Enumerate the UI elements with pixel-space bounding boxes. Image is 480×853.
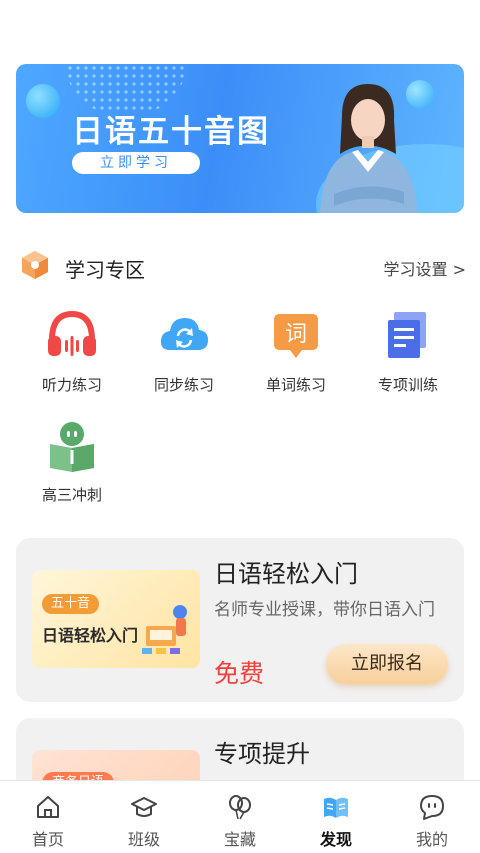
- banner-start-button[interactable]: 立即学习: [72, 152, 200, 174]
- nav-label: 班级: [127, 830, 160, 849]
- study-zone-header: 学习专区 学习设置 >: [18, 248, 466, 284]
- book-icon: [50, 422, 94, 472]
- course-card[interactable]: 五十音 日语轻松入门 日语轻松入门 名师专业授课，带你日语入门 免费 立即报名: [16, 538, 464, 702]
- section-title: 学习专区: [65, 258, 145, 282]
- nav-item-home[interactable]: 首页: [0, 781, 96, 853]
- headphones-icon: [48, 310, 96, 356]
- course-title: 日语轻松入门: [214, 560, 358, 588]
- grid-item-label: 单词练习: [265, 376, 326, 394]
- grid-item-label: 专项训练: [377, 376, 438, 394]
- grid-item-word[interactable]: 词 单词练习: [240, 300, 352, 400]
- bottom-nav: 首页 班级 宝藏 发现 我的: [0, 780, 480, 853]
- course-price: 免费: [214, 659, 265, 688]
- banner-decoration-ball: [26, 84, 60, 118]
- nav-label: 发现: [319, 830, 352, 849]
- cube-logo-icon: [22, 251, 48, 279]
- nav-item-discover[interactable]: 发现: [288, 781, 384, 853]
- open-book-icon: [324, 797, 348, 818]
- course-thumbnail: 五十音 日语轻松入门: [32, 570, 200, 668]
- study-settings-link[interactable]: 学习设置 >: [384, 256, 467, 280]
- grid-item-sync[interactable]: 同步练习: [128, 300, 240, 400]
- svg-text:词: 词: [285, 322, 307, 347]
- word-icon: 词: [274, 314, 318, 358]
- nav-label: 宝藏: [223, 830, 256, 849]
- nav-item-treasure[interactable]: 宝藏: [192, 781, 288, 853]
- thumb-tag: 五十音: [42, 594, 100, 614]
- course-description: 名师专业授课，带你日语入门: [214, 600, 435, 620]
- grid-item-senior[interactable]: 高三冲刺: [16, 410, 128, 510]
- enroll-button[interactable]: 立即报名: [326, 644, 448, 684]
- nav-label: 首页: [31, 830, 64, 849]
- nav-item-mine[interactable]: 我的: [384, 781, 480, 853]
- graduation-cap-icon: [131, 797, 157, 817]
- study-illustration: [142, 605, 187, 654]
- grid-item-label: 高三冲刺: [41, 486, 102, 504]
- banner-title: 日语五十音图: [72, 114, 270, 150]
- banner[interactable]: 日语五十音图 立即学习: [16, 64, 464, 213]
- thumb-title: 日语轻松入门: [42, 626, 139, 645]
- grid-item-label: 听力练习: [41, 376, 102, 394]
- grid-item-listening[interactable]: 听力练习: [16, 300, 128, 400]
- chat-face-icon: [420, 795, 444, 820]
- grid-item-label: 同步练习: [153, 376, 214, 394]
- nav-item-class[interactable]: 班级: [96, 781, 192, 853]
- document-icon: [388, 312, 426, 358]
- teacher-illustration: [320, 84, 418, 213]
- course-title: 专项提升: [214, 740, 310, 768]
- home-icon: [37, 796, 59, 818]
- cloud-sync-icon: [160, 318, 208, 350]
- nav-label: 我的: [415, 830, 448, 849]
- balloon-icon: [229, 795, 251, 820]
- grid-item-special[interactable]: 专项训练: [352, 300, 464, 400]
